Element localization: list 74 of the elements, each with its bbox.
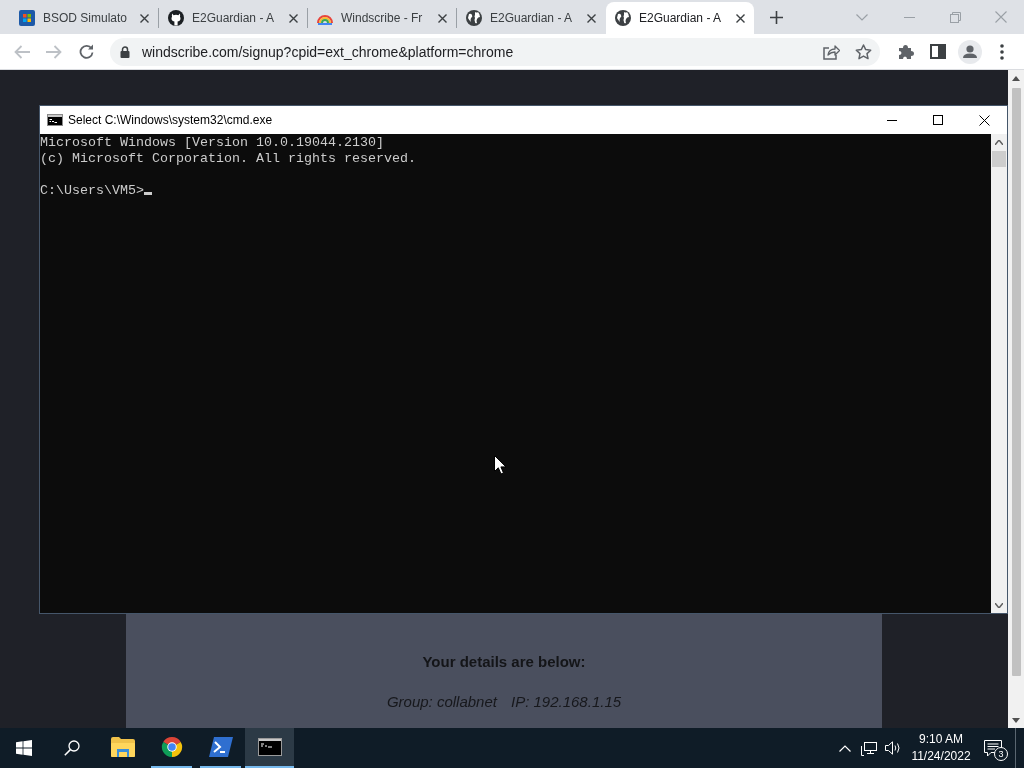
console-output-line: (c) Microsoft Corporation. All rights reserved. — [40, 151, 417, 167]
search-icon — [64, 740, 80, 756]
scrollbar-thumb[interactable] — [1011, 88, 1021, 676]
scroll-up-icon[interactable] — [1012, 75, 1020, 81]
plus-icon — [769, 10, 783, 24]
notification-count: 3 — [994, 747, 1008, 761]
console-app-icon — [47, 114, 63, 126]
minimize-icon — [887, 119, 897, 121]
browser-tab[interactable]: E2Guardian - A — [606, 2, 754, 34]
cat-icon — [168, 10, 184, 26]
browser-tab[interactable]: E2Guardian - A — [159, 2, 307, 34]
lock-icon — [120, 45, 130, 58]
side-panel-icon — [930, 44, 946, 59]
star-icon — [854, 43, 872, 60]
scroll-up-icon[interactable] — [995, 139, 1003, 145]
tab-title: E2Guardian - A — [490, 11, 574, 25]
text-cursor-icon — [144, 192, 152, 195]
browser-tab[interactable]: BSOD Simulato — [10, 2, 158, 34]
speaker-icon — [885, 741, 901, 755]
console-output-line: Microsoft Windows [Version 10.0.19044.2130] — [40, 135, 385, 151]
address-bar[interactable]: windscribe.com/signup?cpid=ext_chrome&platform=chrome — [110, 37, 880, 66]
share-icon — [822, 43, 840, 60]
tab-title: BSOD Simulato — [43, 11, 129, 25]
console-prompt: C:\Users\VM5> — [40, 183, 144, 198]
tab-title: E2Guardian - A — [639, 11, 723, 25]
tab-title: Windscribe - Fr — [341, 11, 424, 25]
shell-icon — [208, 736, 233, 758]
scrollbar-thumb[interactable] — [992, 151, 1006, 167]
notifications-button[interactable]: 3 — [975, 728, 1011, 768]
close-icon — [586, 13, 596, 23]
browser-tab[interactable]: Windscribe - Fr — [308, 2, 456, 34]
close-icon — [139, 13, 149, 23]
folder-icon — [110, 736, 135, 758]
profile-icon — [958, 39, 982, 64]
maximize-icon — [933, 115, 943, 125]
notification-icon — [984, 739, 1002, 757]
console-scrollbar[interactable] — [991, 134, 1007, 613]
scroll-down-icon[interactable] — [1012, 717, 1020, 723]
detail-text: IP: 192.168.1.15 — [511, 692, 622, 712]
clock[interactable]: 9:10 AM 11/24/2022 — [909, 728, 973, 768]
close-icon — [437, 13, 447, 23]
clock-date: 11/24/2022 — [911, 748, 971, 765]
browser-icon — [159, 736, 184, 758]
network-icon — [860, 740, 878, 756]
chevron-down-icon — [856, 13, 868, 21]
details-heading: Your details are below: — [422, 652, 586, 672]
more-icon — [1000, 43, 1004, 60]
back-arrow-icon — [14, 44, 30, 59]
reload-icon — [78, 44, 94, 59]
chevron-up-icon — [839, 744, 851, 752]
restore-icon — [949, 11, 961, 23]
console-icon — [257, 736, 282, 758]
detail-text: Group: collabnet — [386, 692, 497, 712]
clock-time: 9:10 AM — [919, 731, 963, 748]
browser-tab[interactable]: E2Guardian - A — [457, 2, 605, 34]
profile-button[interactable] — [956, 37, 984, 66]
forward-arrow-icon — [46, 44, 62, 59]
minimize-icon — [903, 16, 915, 18]
puzzle-icon — [898, 43, 914, 60]
window-title: Select C:\Windows\system32\cmd.exe — [68, 113, 274, 127]
taskbar-app-button[interactable] — [245, 728, 294, 768]
scroll-down-icon[interactable] — [995, 602, 1003, 608]
tab-title: E2Guardian - A — [192, 11, 276, 25]
globe-icon — [615, 10, 631, 26]
app-tile-icon — [19, 10, 35, 26]
page-scrollbar[interactable] — [1008, 70, 1024, 728]
url-text: windscribe.com/signup?cpid=ext_chrome&platform=chrome — [142, 43, 515, 60]
globe-icon — [466, 10, 482, 26]
windows-logo-icon — [16, 740, 32, 756]
close-icon — [978, 114, 990, 126]
close-icon — [995, 11, 1007, 23]
close-icon — [288, 13, 298, 23]
close-icon — [735, 13, 745, 23]
mouse-pointer-icon — [494, 455, 507, 475]
